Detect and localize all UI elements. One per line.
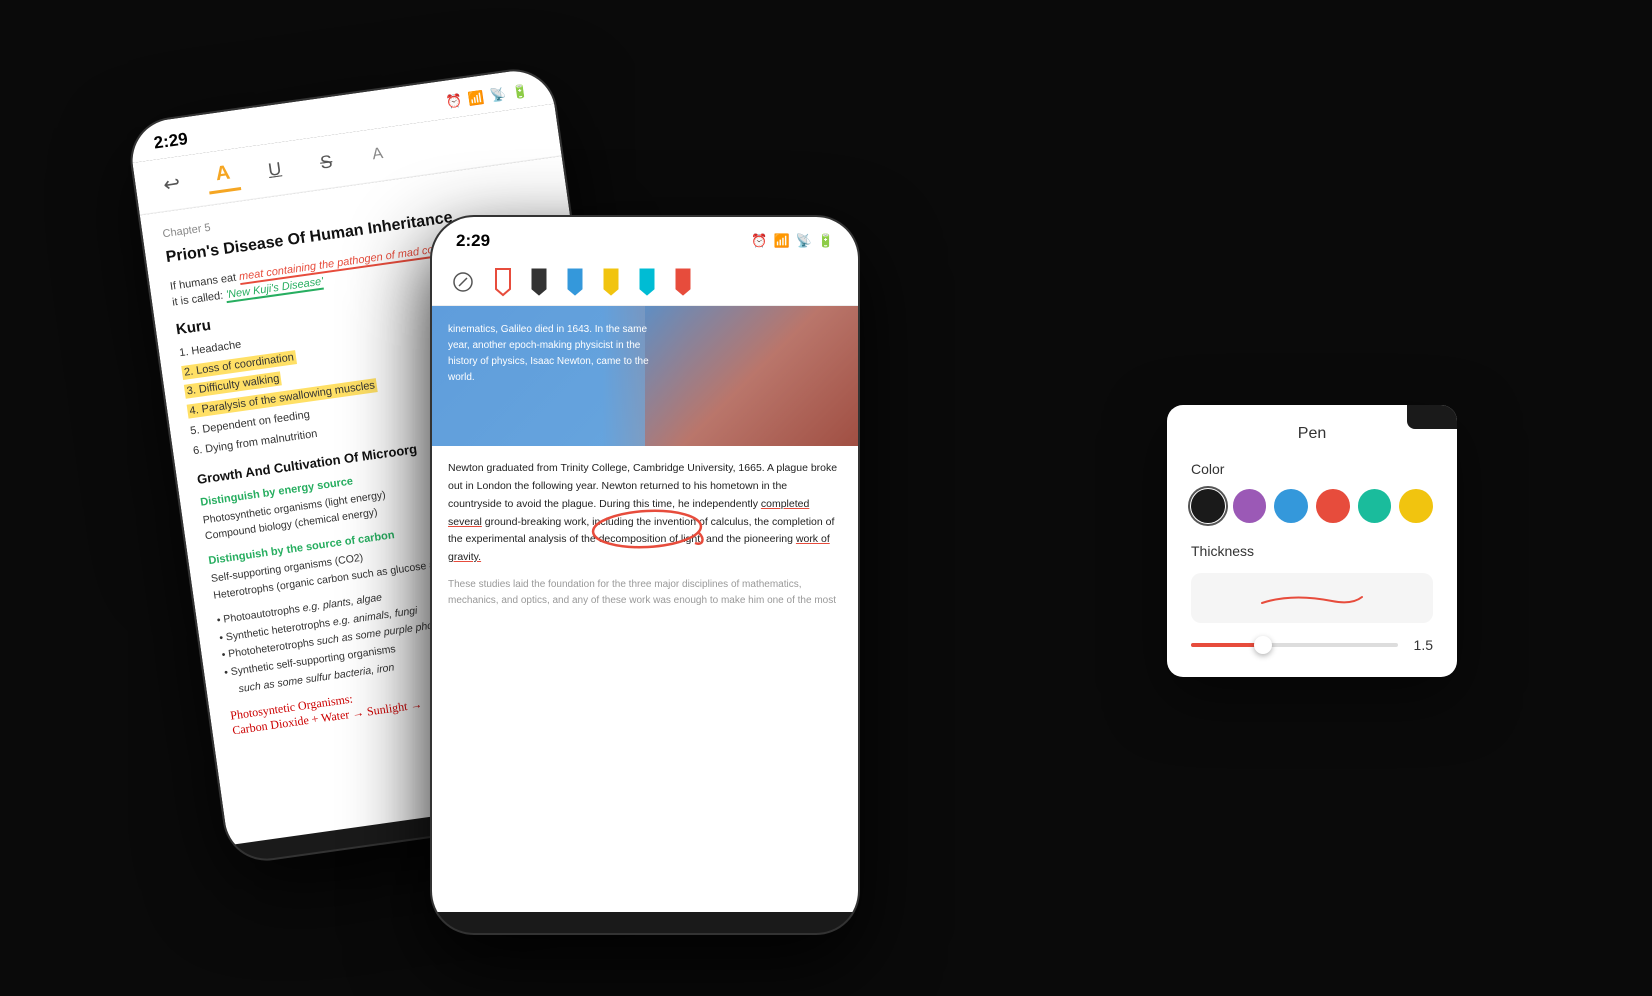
hl-tool-blue[interactable] (564, 267, 586, 297)
content-front: kinematics, Galileo died in 1643. In the… (432, 306, 858, 912)
eraser-btn-front[interactable] (448, 267, 478, 297)
bold-tool-back[interactable]: A (205, 158, 241, 194)
color-teal[interactable] (1358, 489, 1392, 523)
hl-tool-red-inverted[interactable] (492, 267, 514, 297)
thickness-slider-row: 1.5 (1191, 637, 1433, 653)
eraser-tool-back[interactable]: ↩ (154, 166, 190, 202)
color-yellow[interactable] (1399, 489, 1433, 523)
image-car (645, 306, 858, 446)
slider-thumb[interactable] (1254, 636, 1272, 654)
image-caption: kinematics, Galileo died in 1643. In the… (432, 306, 666, 402)
image-section: kinematics, Galileo died in 1643. In the… (432, 306, 858, 446)
newton-para: Newton graduated from Trinity College, C… (448, 460, 842, 567)
color-blue[interactable] (1274, 489, 1308, 523)
pen-panel: Pen Color Thickness 1.5 (1167, 405, 1457, 677)
thickness-label: Thickness (1191, 543, 1433, 559)
hl-tool-yellow[interactable] (600, 267, 622, 297)
status-icons-back: ⏰ 📶 📡 🔋 (445, 83, 529, 110)
wifi-icon: 📶 (467, 89, 485, 107)
alarm-icon-front: ⏰ (751, 233, 767, 249)
color-black[interactable] (1191, 489, 1225, 523)
slider-fill (1191, 643, 1263, 647)
signal-icon-front: 📡 (796, 233, 812, 249)
underline-tool-back[interactable]: U (257, 151, 293, 187)
thickness-preview (1191, 573, 1433, 623)
color-swatches (1191, 489, 1433, 523)
underline-text-2: work of gravity. (448, 533, 830, 563)
strike-tool-back[interactable]: S (308, 144, 344, 180)
underline-text: completed several (448, 498, 809, 528)
battery-icon-front: 🔋 (818, 233, 834, 249)
toolbar-front (432, 259, 858, 306)
hl-tool-teal[interactable] (636, 267, 658, 297)
time-back: 2:29 (153, 129, 189, 154)
time-front: 2:29 (456, 231, 490, 251)
color-label: Color (1191, 461, 1433, 477)
thickness-slider-track[interactable] (1191, 643, 1398, 647)
hl-tool-dark[interactable] (528, 267, 550, 297)
wifi-icon-front: 📶 (773, 233, 789, 249)
hl-tool-red[interactable] (672, 267, 694, 297)
alarm-icon: ⏰ (445, 92, 463, 110)
signal-icon: 📡 (489, 86, 507, 104)
panel-header-bar (1407, 405, 1457, 429)
status-bar-front: 2:29 ⏰ 📶 📡 🔋 (432, 217, 858, 259)
color-purple[interactable] (1233, 489, 1267, 523)
thickness-line-preview (1252, 583, 1372, 613)
pen-panel-title: Pen (1191, 425, 1433, 443)
status-icons-front: ⏰ 📶 📡 🔋 (751, 233, 834, 249)
battery-icon: 🔋 (511, 83, 529, 101)
second-para: These studies laid the foundation for th… (448, 577, 842, 609)
color-red[interactable] (1316, 489, 1350, 523)
thickness-value: 1.5 (1408, 637, 1433, 653)
phone-front: 2:29 ⏰ 📶 📡 🔋 (430, 215, 860, 935)
font-tool-back[interactable]: A (360, 137, 396, 173)
text-section: Newton graduated from Trinity College, C… (432, 446, 858, 623)
